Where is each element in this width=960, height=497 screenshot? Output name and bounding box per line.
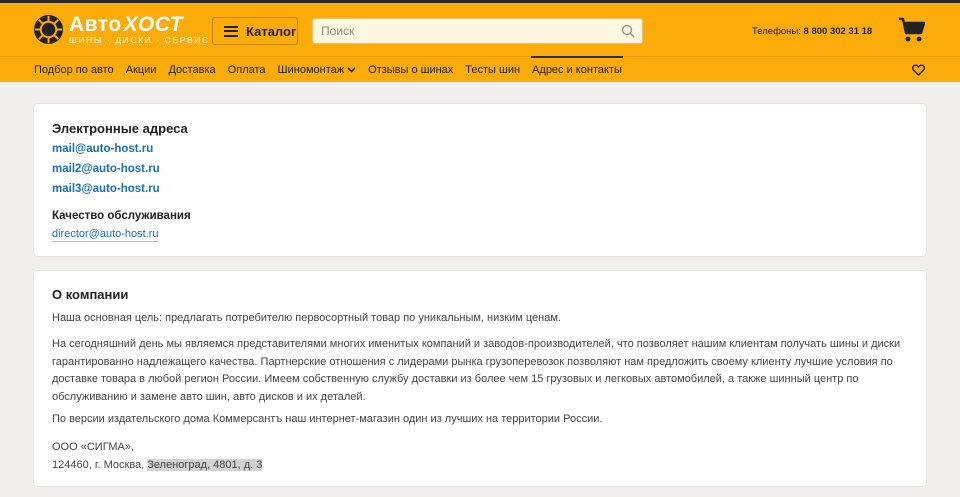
site-header: АвтоХОСТ ШИНЫ · ДИСКИ · СЕРВИС Каталог Т… [0,3,960,82]
email-link[interactable]: mail@auto-host.ru [52,143,153,155]
search-icon[interactable] [621,24,635,38]
nav-item-contacts[interactable]: Адрес и контакты [531,56,623,82]
nav-item-label: Оплата [227,64,266,76]
email-link[interactable]: mail3@auto-host.ru [52,183,160,195]
logo-word-auto: Авто [69,13,122,36]
nav-divider [0,56,960,57]
quality-title: Качество обслуживания [52,210,191,222]
nav-item-label: Шиномонтаж [277,64,345,76]
address-start: 124460, г. Москва, [52,458,148,471]
about-paragraph-rating: По версии издательского дома Коммерсантъ… [52,413,603,425]
emails-card: Электронные адреса mail@auto-host.ru mai… [34,104,926,256]
catalog-button[interactable]: Каталог [212,17,298,45]
phone-number[interactable]: 8 800 302 31 18 [804,26,873,37]
about-paragraph-goal: Наша основная цель: предлагать потребите… [52,312,561,324]
cart-icon[interactable] [898,17,926,43]
nav-item-payment[interactable]: Оплата [228,58,266,82]
main-nav: Подбор по авто Акции Доставка Оплата Шин… [34,56,634,82]
nav-item-label: Тесты шин [465,64,521,76]
about-address: ООО «СИГМА», 124460, г. Москва, Зеленогр… [52,439,908,474]
catalog-label: Каталог [246,23,297,39]
logo-wordmark: АвтоХОСТ [69,13,183,37]
nav-item-label: Доставка [168,64,216,76]
about-title: О компании [52,287,129,302]
nav-item-delivery[interactable]: Доставка [168,58,215,82]
logo-tagline: ШИНЫ · ДИСКИ · СЕРВИС [69,35,210,45]
search-box [312,18,643,44]
about-card: О компании Наша основная цель: предлагат… [34,271,926,486]
nav-item-label: Отзывы о шинах [368,64,454,76]
company-name: ООО «СИГМА», [52,441,135,453]
nav-item-label: Адрес и контакты [532,64,622,76]
nav-item-label: Подбор по авто [34,64,114,76]
logo[interactable]: АвтоХОСТ ШИНЫ · ДИСКИ · СЕРВИС [33,13,208,49]
nav-item-promotions[interactable]: Акции [126,58,157,82]
phone-label: Телефоны: [752,26,801,37]
nav-item-tire-tests[interactable]: Тесты шин [465,58,520,82]
nav-item-tire-fitting[interactable]: Шиномонтаж [278,58,357,82]
about-paragraph-partners: На сегодняшний день мы являемся представ… [52,338,901,403]
search-input[interactable] [313,19,642,43]
nav-item-label: Акции [125,64,157,76]
logo-word-host: ХОСТ [123,13,183,36]
nav-item-car-selection[interactable]: Подбор по авто [34,58,114,82]
nav-item-tire-reviews[interactable]: Отзывы о шинах [368,58,453,82]
quality-email-link[interactable]: director@auto-host.ru [52,228,159,242]
menu-icon [224,25,238,37]
emails-title: Электронные адреса [52,121,188,136]
address-highlight: Зеленоград, 4801, д. 3 [147,458,263,471]
chevron-down-icon [347,67,356,73]
phone-info: Телефоны: 8 800 302 31 18 [752,26,872,37]
heart-icon[interactable] [912,64,925,76]
email-link[interactable]: mail2@auto-host.ru [52,163,160,175]
tire-logo-icon [33,14,64,45]
